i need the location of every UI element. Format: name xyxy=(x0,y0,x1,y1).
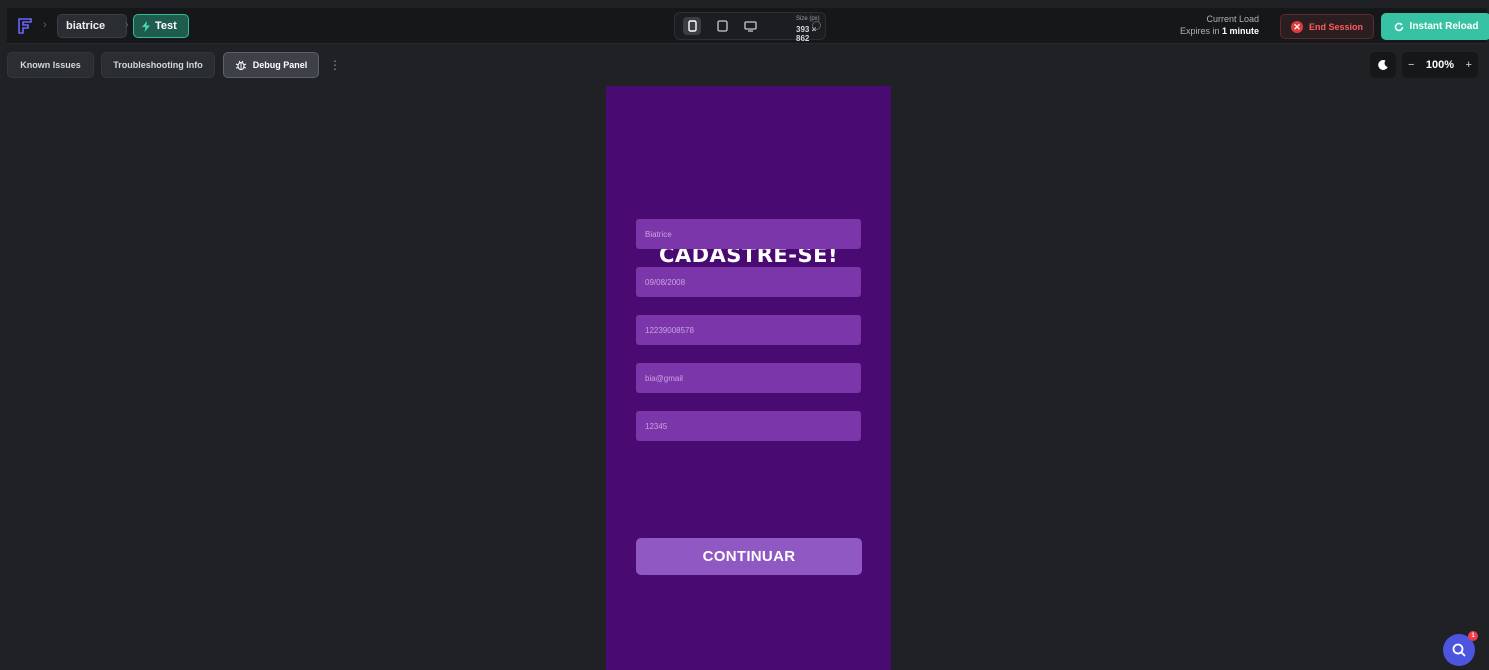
zoom-out-button[interactable]: − xyxy=(1408,59,1414,71)
branch-label: Test xyxy=(155,20,177,32)
phone-view-button[interactable] xyxy=(683,17,701,35)
field-value: 12239008578 xyxy=(645,325,694,335)
current-load-title: Current Load xyxy=(1206,14,1259,24)
password-field[interactable]: 12345 xyxy=(636,411,861,441)
expires-value: 1 minute xyxy=(1221,26,1259,36)
moon-icon xyxy=(1378,59,1388,70)
search-icon xyxy=(1452,643,1466,657)
email-field[interactable]: bia@gmail xyxy=(636,363,861,393)
instant-reload-label: Instant Reload xyxy=(1409,21,1479,32)
project-name: biatrice xyxy=(66,20,106,32)
project-name-chip[interactable]: biatrice xyxy=(57,14,127,38)
top-bar: › biatrice › Test Size (px) 393 × 862 Cu… xyxy=(7,8,1489,44)
size-value: 393 × 862 xyxy=(796,25,817,43)
phone-icon xyxy=(687,20,697,32)
tab-debug-panel[interactable]: Debug Panel xyxy=(223,52,319,78)
tab-troubleshooting-info[interactable]: Troubleshooting Info xyxy=(101,52,215,78)
tab-label: Troubleshooting Info xyxy=(113,60,203,70)
close-circle-icon: ✕ xyxy=(1290,20,1303,33)
theme-toggle-button[interactable] xyxy=(1370,52,1396,78)
birthdate-field[interactable]: 09/08/2008 xyxy=(636,267,861,297)
zoom-level: 100% xyxy=(1425,59,1455,71)
name-field[interactable]: Biatrice xyxy=(636,219,861,249)
help-search-button[interactable]: 1 xyxy=(1443,631,1478,666)
field-value: bia@gmail xyxy=(645,373,683,383)
desktop-view-button[interactable] xyxy=(741,17,759,35)
end-session-button[interactable]: ✕ End Session xyxy=(1280,14,1374,39)
tab-known-issues[interactable]: Known Issues xyxy=(7,52,94,78)
field-value: 09/08/2008 xyxy=(645,277,686,287)
current-load-status: Current Load Expires in 1 minute xyxy=(1165,13,1259,37)
breadcrumb-separator-icon: › xyxy=(125,19,129,31)
device-selector: Size (px) 393 × 862 xyxy=(674,12,826,43)
expires-prefix: Expires in xyxy=(1179,26,1220,36)
notification-badge: 1 xyxy=(1468,631,1478,641)
zoom-in-button[interactable]: + xyxy=(1466,59,1472,71)
continue-button[interactable]: CONTINUAR xyxy=(636,538,862,575)
refresh-icon xyxy=(1394,22,1403,31)
tablet-icon xyxy=(716,20,728,32)
branch-chip[interactable]: Test xyxy=(133,14,189,38)
field-value: 12345 xyxy=(645,421,668,431)
more-options-icon[interactable]: ⋮ xyxy=(329,58,341,72)
info-icon[interactable] xyxy=(812,21,821,30)
end-session-label: End Session xyxy=(1308,21,1363,32)
zoom-control: − 100% + xyxy=(1402,52,1478,78)
breadcrumb-separator-icon: › xyxy=(43,19,47,31)
tab-label: Known Issues xyxy=(20,60,81,70)
flutterflow-logo-icon[interactable] xyxy=(15,16,35,36)
expires-line: Expires in 1 minute xyxy=(1165,25,1259,37)
tab-label: Debug Panel xyxy=(252,60,308,70)
desktop-icon xyxy=(743,20,757,32)
tablet-view-button[interactable] xyxy=(713,17,731,35)
continue-label: CONTINUAR xyxy=(702,548,796,565)
lightning-icon xyxy=(142,20,150,32)
bug-icon xyxy=(235,60,246,71)
phone-field[interactable]: 12239008578 xyxy=(636,315,861,345)
instant-reload-button[interactable]: Instant Reload xyxy=(1381,13,1489,40)
field-value: Biatrice xyxy=(645,229,672,239)
